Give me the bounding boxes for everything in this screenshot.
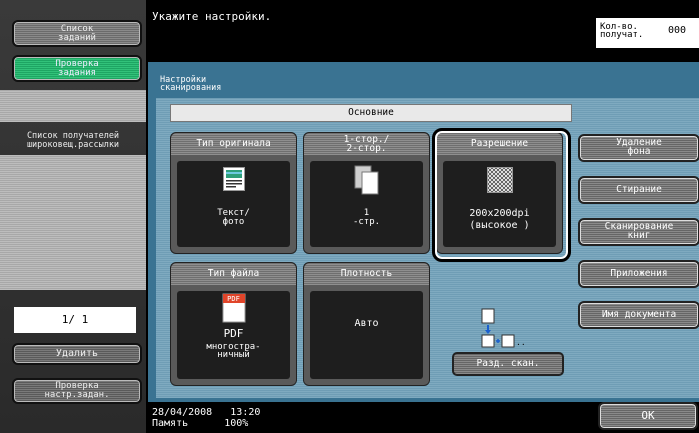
file-type-title: Тип файла <box>171 263 296 285</box>
svg-text:...: ... <box>516 338 524 347</box>
document-name-button[interactable]: Имя документа <box>578 301 699 329</box>
density-button[interactable]: Плотность Авто <box>303 262 430 386</box>
background-removal-button[interactable]: Удаление фона <box>578 134 699 162</box>
file-type-button[interactable]: Тип файла PDF PDF многостра- ничный <box>170 262 297 386</box>
separate-scan-icon: ... <box>481 308 524 348</box>
sides-title: 1-стор./ 2-стор. <box>304 133 429 155</box>
check-settings-button[interactable]: Проверка настр.задан. <box>12 378 142 404</box>
recipient-count-label: Кол-во. получат. <box>600 22 644 40</box>
density-title: Плотность <box>304 263 429 285</box>
recipient-count-box: Кол-во. получат. 000 <box>596 18 699 48</box>
photo-text-icon <box>223 167 245 191</box>
sides-value: 1 -стр. <box>310 161 423 247</box>
original-type-title: Тип оригинала <box>171 133 296 155</box>
file-type-line1: PDF <box>223 327 244 340</box>
selection-highlight <box>432 128 571 262</box>
recipient-list-label: Список получателей широковещ.рассылки <box>26 131 120 150</box>
density-value-text: Авто <box>354 318 379 329</box>
erase-button[interactable]: Стирание <box>578 176 699 204</box>
file-type-line3: ничный <box>217 350 250 360</box>
memory-label: Память <box>152 418 189 429</box>
check-job-label: Проверка задания <box>55 59 99 78</box>
background-removal-label-2: фона <box>627 146 651 157</box>
sides-button[interactable]: 1-стор./ 2-стор. 1 -стр. <box>303 132 430 254</box>
original-type-value: Текст/ фото <box>177 161 290 247</box>
tab-basic[interactable]: Основние <box>170 104 572 122</box>
datetime: 28/04/2008 13:20 Память 100% <box>152 407 260 429</box>
recipient-count-value: 000 <box>668 25 687 36</box>
book-scan-button[interactable]: Сканирование книг <box>578 218 699 246</box>
instruction-text: Укажите настройки. <box>152 10 272 23</box>
sidebar-strip-mid <box>0 155 146 290</box>
screen: Список заданий Проверка задания Список п… <box>0 0 699 433</box>
date-text: 28/04/2008 <box>152 407 213 418</box>
book-scan-label-2: книг <box>627 230 651 241</box>
job-list-button[interactable]: Список заданий <box>12 20 142 47</box>
page-counter: 1/ 1 <box>14 307 136 333</box>
sidebar-strip-top <box>0 90 146 122</box>
file-type-value: PDF PDF многостра- ничный <box>177 291 290 379</box>
job-list-label: Список заданий <box>58 24 96 43</box>
separate-scan-button[interactable]: Разд. скан. <box>452 352 564 376</box>
check-settings-label: Проверка настр.задан. <box>44 381 110 400</box>
original-type-button[interactable]: Тип оригинала Текст/ фото <box>170 132 297 254</box>
panel-title: Настройки сканирования <box>160 75 222 93</box>
ok-button[interactable]: OK <box>598 402 698 430</box>
sidebar: Список заданий Проверка задания Список п… <box>0 0 146 433</box>
single-sided-icon <box>354 165 379 195</box>
check-job-button[interactable]: Проверка задания <box>12 55 142 82</box>
pdf-icon-text: PDF <box>227 295 240 303</box>
sides-line2: -стр. <box>352 217 381 227</box>
delete-button[interactable]: Удалить <box>12 343 142 365</box>
applications-button[interactable]: Приложения <box>578 260 699 288</box>
memory-value: 100% <box>224 418 249 429</box>
time-text: 13:20 <box>230 407 261 418</box>
density-value: Авто <box>310 291 423 379</box>
original-type-line2: фото <box>222 217 245 227</box>
